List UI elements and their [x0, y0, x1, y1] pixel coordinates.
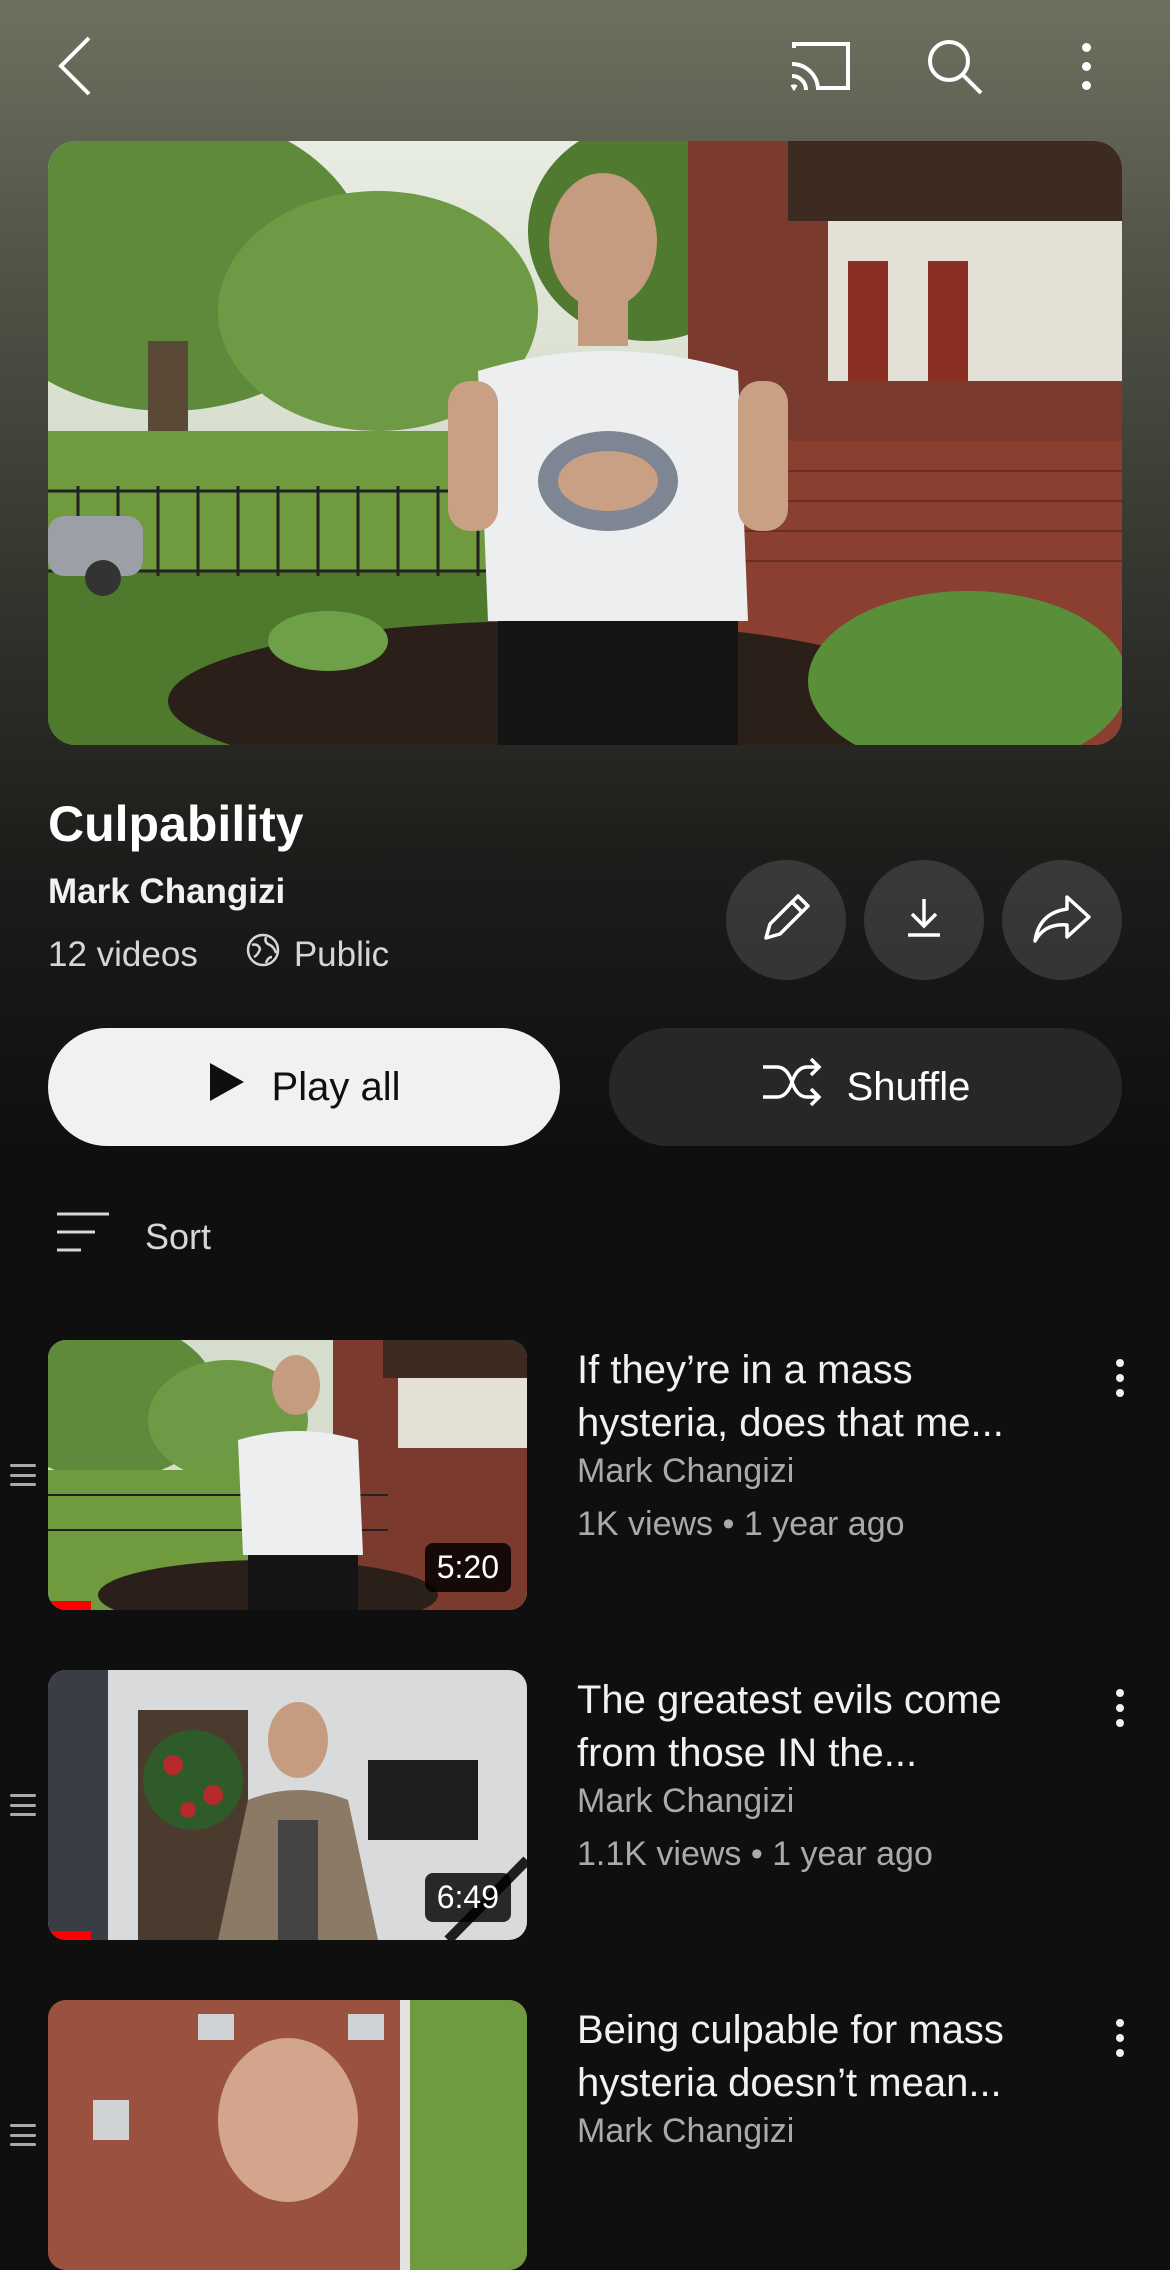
video-stats: 1.1K views • 1 year ago	[577, 1835, 933, 1873]
watch-progress-bar	[48, 1601, 92, 1610]
visibility-label: Public	[293, 934, 390, 974]
sort-icon	[55, 1210, 111, 1263]
share-button[interactable]	[1002, 860, 1122, 980]
drag-handle-icon[interactable]	[10, 1464, 36, 1486]
video-thumbnail[interactable]	[48, 2000, 527, 2270]
shuffle-button[interactable]: Shuffle	[609, 1028, 1122, 1146]
video-channel: Mark Changizi	[577, 2112, 795, 2150]
pencil-icon	[756, 888, 816, 953]
edit-button[interactable]	[726, 860, 846, 980]
video-stats: 1K views • 1 year ago	[577, 1505, 905, 1543]
drag-handle-icon[interactable]	[10, 1794, 36, 1816]
video-title[interactable]: The greatest evils come from those IN th…	[577, 1674, 1067, 1780]
duration-badge: 5:20	[424, 1543, 511, 1592]
video-thumbnail[interactable]: 5:20	[48, 1340, 527, 1610]
globe-icon	[246, 933, 280, 976]
video-thumbnail[interactable]: 6:49	[48, 1670, 527, 1940]
video-count: 12 videos	[48, 934, 198, 974]
sort-button[interactable]: Sort	[55, 1210, 211, 1263]
share-icon	[1031, 891, 1093, 950]
playlist-channel[interactable]: Mark Changizi	[48, 872, 285, 912]
download-icon	[899, 893, 949, 948]
sort-label: Sort	[145, 1215, 212, 1257]
more-vertical-icon[interactable]	[1100, 1348, 1140, 1408]
video-title[interactable]: Being culpable for mass hysteria doesn’t…	[577, 2004, 1067, 2110]
play-all-button[interactable]: Play all	[48, 1028, 560, 1146]
list-item[interactable]: Being culpable for mass hysteria doesn’t…	[0, 2000, 1170, 2270]
playlist-thumbnail[interactable]	[48, 141, 1122, 745]
download-button[interactable]	[864, 860, 984, 980]
play-all-label: Play all	[271, 1064, 401, 1109]
watch-progress-bar	[48, 1931, 92, 1940]
more-vertical-icon[interactable]	[1066, 36, 1106, 96]
playlist-meta: 12 videos Public	[48, 933, 389, 976]
shuffle-label: Shuffle	[846, 1064, 971, 1109]
drag-handle-icon[interactable]	[10, 2124, 36, 2146]
list-item[interactable]: 6:49 The greatest evils come from those …	[0, 1670, 1170, 1940]
search-icon[interactable]	[922, 34, 988, 100]
video-channel: Mark Changizi	[577, 1452, 795, 1490]
duration-badge: 6:49	[424, 1873, 511, 1922]
shuffle-icon	[761, 1055, 823, 1119]
video-channel: Mark Changizi	[577, 1782, 795, 1820]
video-title[interactable]: If they’re in a mass hysteria, does that…	[577, 1344, 1067, 1450]
more-vertical-icon[interactable]	[1100, 1678, 1140, 1738]
more-vertical-icon[interactable]	[1100, 2008, 1140, 2068]
playlist-title: Culpability	[48, 796, 304, 852]
list-item[interactable]: 5:20 If they’re in a mass hysteria, does…	[0, 1340, 1170, 1610]
cast-icon[interactable]	[785, 36, 855, 96]
top-bar	[0, 0, 1170, 130]
play-icon	[208, 1061, 246, 1113]
chevron-left-icon[interactable]	[40, 26, 110, 106]
